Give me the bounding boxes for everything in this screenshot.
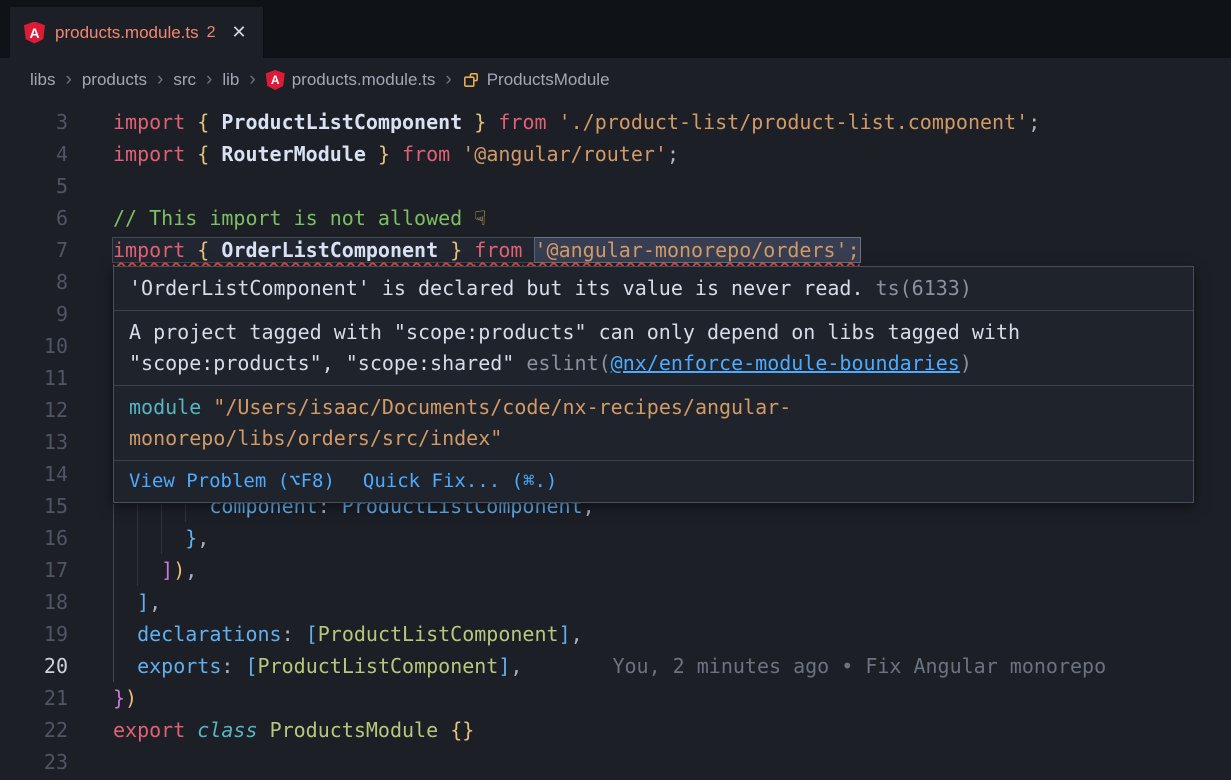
line-number[interactable]: 11 <box>0 362 68 394</box>
line-content <box>68 426 113 458</box>
line-number[interactable]: 14 <box>0 458 68 490</box>
line-number[interactable]: 23 <box>0 746 68 778</box>
error-range: import { OrderListComponent } from '@ang… <box>113 238 860 262</box>
eslint-rule-link[interactable]: @nx/enforce-module-boundaries <box>611 351 960 375</box>
indent-guide <box>113 504 114 682</box>
line-number[interactable]: 21 <box>0 682 68 714</box>
indent-guide <box>185 504 186 522</box>
code-line-20[interactable]: 20 exports: [ProductListComponent],You, … <box>0 650 1231 682</box>
hover-section-2: module "/Users/isaac/Documents/code/nx-r… <box>114 386 1193 461</box>
code-line-16[interactable]: 16 }, <box>0 522 1231 554</box>
breadcrumb-item-ProductsModule[interactable]: ProductsModule <box>462 70 610 90</box>
close-icon[interactable]: ✕ <box>232 22 247 43</box>
class-symbol-icon <box>462 71 480 89</box>
code-line-21[interactable]: 21}) <box>0 682 1231 714</box>
line-content: import { RouterModule } from '@angular/r… <box>68 138 679 170</box>
line-content: }, <box>68 522 209 554</box>
line-content: import { OrderListComponent } from '@ang… <box>68 234 860 266</box>
line-content: ], <box>68 586 161 618</box>
line-number[interactable]: 20 <box>0 650 68 682</box>
angular-icon: A <box>266 70 285 90</box>
code-line-18[interactable]: 18 ], <box>0 586 1231 618</box>
hover-popup: 'OrderListComponent' is declared but its… <box>113 266 1194 503</box>
line-content <box>68 362 113 394</box>
line-number[interactable]: 6 <box>0 202 68 234</box>
line-content: // This import is not allowed ☟ <box>68 202 486 234</box>
line-content <box>68 394 113 426</box>
line-content: exports: [ProductListComponent],You, 2 m… <box>68 650 1106 682</box>
code-line-23[interactable]: 23 <box>0 746 1231 778</box>
tab-title: products.module.ts <box>55 23 199 43</box>
line-number[interactable]: 15 <box>0 490 68 522</box>
breadcrumb: libs › products › src › lib › Aproducts.module.t… <box>0 58 1231 102</box>
code-line-22[interactable]: 22export class ProductsModule {} <box>0 714 1231 746</box>
line-number[interactable]: 3 <box>0 106 68 138</box>
breadcrumb-separator: › <box>206 70 212 89</box>
line-content <box>68 298 113 330</box>
breadcrumb-item-libs[interactable]: libs <box>30 70 56 90</box>
line-content <box>68 170 113 202</box>
tab-products-module[interactable]: A products.module.ts 2 ✕ <box>10 7 264 58</box>
hover-sections: 'OrderListComponent' is declared but its… <box>114 267 1193 461</box>
code-line-3[interactable]: 3import { ProductListComponent } from '.… <box>0 106 1231 138</box>
hover-action-quick-fix[interactable]: Quick Fix... (⌘.) <box>363 466 557 497</box>
breadcrumb-item-lib[interactable]: lib <box>222 70 239 90</box>
tab-bar: A products.module.ts 2 ✕ <box>0 0 1231 58</box>
line-content <box>68 458 113 490</box>
line-number[interactable]: 7 <box>0 234 68 266</box>
hover-section-0: 'OrderListComponent' is declared but its… <box>114 267 1193 311</box>
line-number[interactable]: 9 <box>0 298 68 330</box>
code-line-5[interactable]: 5 <box>0 170 1231 202</box>
indent-guide <box>161 504 162 554</box>
breadcrumb-item-src[interactable]: src <box>173 70 196 90</box>
breadcrumb-separator: › <box>66 70 72 89</box>
breadcrumb-separator: › <box>157 70 163 89</box>
git-blame-annotation: You, 2 minutes ago • Fix Angular monorep… <box>612 654 1106 678</box>
line-content <box>68 746 113 778</box>
line-number[interactable]: 12 <box>0 394 68 426</box>
line-number[interactable]: 13 <box>0 426 68 458</box>
line-number[interactable]: 19 <box>0 618 68 650</box>
code-line-7[interactable]: 7 import { OrderListComponent } from '@an… <box>0 234 1231 266</box>
code-line-17[interactable]: 17 ]), <box>0 554 1231 586</box>
line-content: ]), <box>68 554 197 586</box>
indent-guide <box>137 504 138 586</box>
line-number[interactable]: 10 <box>0 330 68 362</box>
breadcrumb-item-products.module.ts[interactable]: Aproducts.module.ts <box>266 70 436 90</box>
line-content: export class ProductsModule {} <box>68 714 474 746</box>
line-number[interactable]: 16 <box>0 522 68 554</box>
line-number[interactable]: 18 <box>0 586 68 618</box>
line-number[interactable]: 17 <box>0 554 68 586</box>
code-line-4[interactable]: 4import { RouterModule } from '@angular/… <box>0 138 1231 170</box>
line-content: declarations: [ProductListComponent], <box>68 618 583 650</box>
line-content: import { ProductListComponent } from './… <box>68 106 1040 138</box>
angular-icon: A <box>24 22 45 44</box>
line-number[interactable]: 22 <box>0 714 68 746</box>
breadcrumb-separator: › <box>445 70 451 89</box>
tab-problems-badge: 2 <box>207 24 216 42</box>
code-line-6[interactable]: 6// This import is not allowed ☟ <box>0 202 1231 234</box>
editor: 3import { ProductListComponent } from '.… <box>0 102 1231 780</box>
line-number[interactable]: 4 <box>0 138 68 170</box>
hover-actions: View Problem (⌥F8) Quick Fix... (⌘.) <box>114 461 1193 502</box>
line-content: }) <box>68 682 137 714</box>
breadcrumb-separator: › <box>249 70 255 89</box>
line-content <box>68 330 113 362</box>
line-number[interactable]: 8 <box>0 266 68 298</box>
hover-section-1: A project tagged with "scope:products" c… <box>114 311 1193 386</box>
hover-action-view-problem[interactable]: View Problem (⌥F8) <box>129 466 335 497</box>
line-number[interactable]: 5 <box>0 170 68 202</box>
breadcrumb-item-products[interactable]: products <box>82 70 147 90</box>
code-line-19[interactable]: 19 declarations: [ProductListComponent], <box>0 618 1231 650</box>
line-content <box>68 266 113 298</box>
